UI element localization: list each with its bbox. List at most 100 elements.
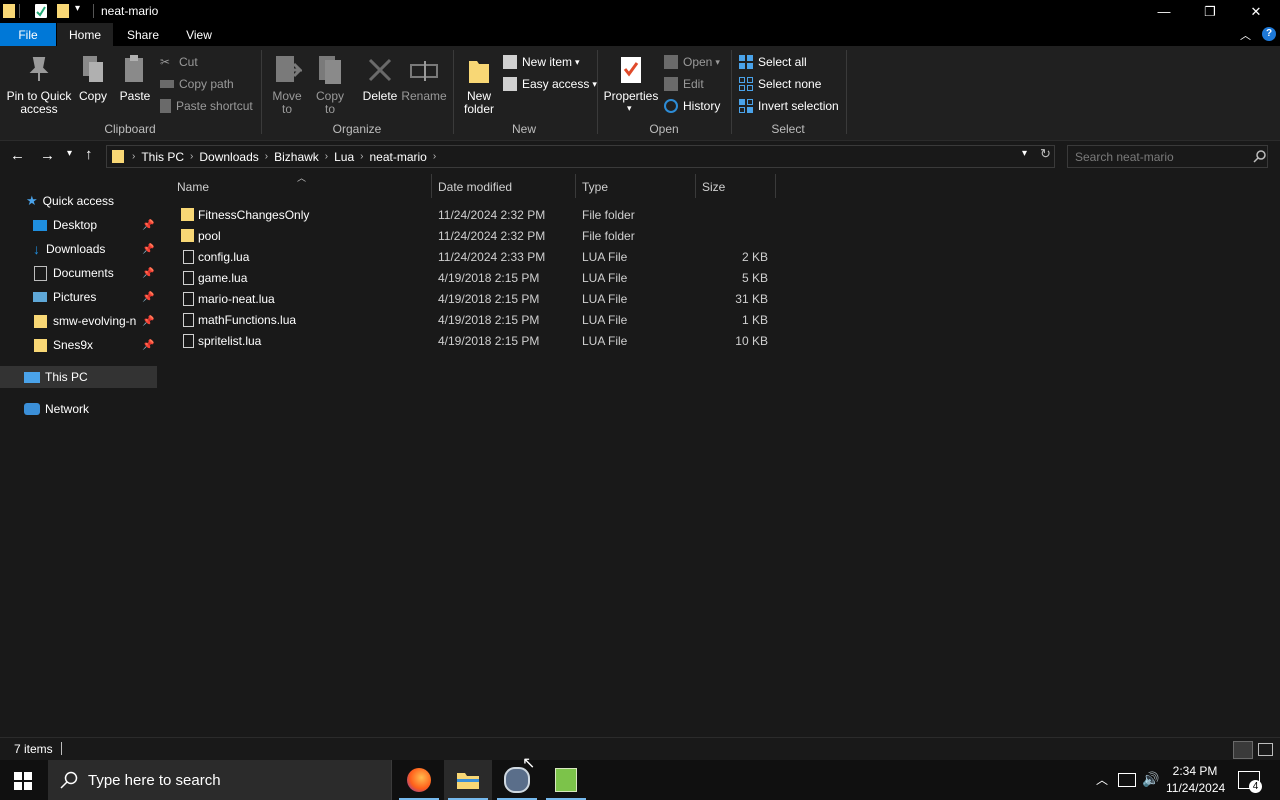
column-header-name[interactable]: Name	[177, 178, 209, 196]
file-row[interactable]: mathFunctions.lua 4/19/2018 2:15 PM LUA …	[170, 310, 776, 331]
customize-quick-access-icon[interactable]: ▾	[75, 3, 80, 14]
nav-item-pictures[interactable]: Pictures 📌	[0, 286, 157, 308]
tab-home[interactable]: Home	[57, 23, 113, 46]
move-to-button[interactable]: Move to	[268, 52, 306, 116]
recent-locations-chevron-icon[interactable]: ▾	[67, 148, 72, 159]
nav-item-snes9x[interactable]: Snes9x 📌	[0, 334, 157, 356]
details-view-icon[interactable]	[1233, 741, 1253, 759]
nav-item-network[interactable]: Network	[0, 398, 157, 420]
copy-button[interactable]: Copy	[76, 52, 110, 116]
computer-icon	[24, 371, 40, 383]
tab-view[interactable]: View	[175, 23, 223, 46]
nav-item-quick-access[interactable]: ★ Quick access	[0, 190, 157, 212]
search-icon[interactable]	[1253, 149, 1267, 164]
refresh-icon[interactable]: ↻	[1040, 146, 1051, 162]
column-divider[interactable]	[775, 174, 776, 198]
restore-button[interactable]: ❐	[1187, 0, 1233, 23]
close-button[interactable]: ✕	[1233, 0, 1279, 23]
file-explorer-taskbar-button[interactable]	[444, 760, 492, 800]
breadcrumb-lua[interactable]: Lua	[328, 150, 360, 164]
delete-button[interactable]: Delete	[360, 52, 400, 116]
pin-icon[interactable]: 📌	[142, 292, 154, 303]
easy-access-button[interactable]: Easy access ▾	[503, 75, 597, 93]
new-item-button[interactable]: New item ▾	[503, 53, 580, 71]
invert-selection-button[interactable]: Invert selection	[739, 97, 839, 115]
windows-start-icon[interactable]	[14, 772, 32, 790]
select-all-button[interactable]: Select all	[739, 53, 807, 71]
notepad-taskbar-button[interactable]	[542, 760, 590, 800]
file-type: File folder	[582, 208, 635, 222]
network-status-icon[interactable]	[1118, 773, 1136, 787]
copy-path-icon	[160, 80, 174, 88]
history-button[interactable]: History	[664, 97, 720, 115]
file-size: 10 KB	[735, 334, 768, 348]
volume-icon[interactable]: 🔊	[1142, 771, 1159, 788]
nav-item-this-pc[interactable]: This PC	[0, 366, 157, 388]
minimize-button[interactable]: —	[1141, 0, 1187, 23]
show-hidden-icons-chevron-icon[interactable]: ︿	[1096, 771, 1108, 788]
pin-to-quick-access-button[interactable]: Pin to Quick access	[6, 52, 72, 116]
file-row[interactable]: config.lua 11/24/2024 2:33 PM LUA File 2…	[170, 247, 776, 268]
paste-shortcut-button[interactable]: Paste shortcut	[160, 97, 253, 115]
copy-to-button[interactable]: Copy to	[311, 52, 349, 116]
breadcrumb-downloads[interactable]: Downloads	[193, 150, 264, 164]
pin-icon[interactable]: 📌	[142, 268, 154, 279]
taskbar-search-placeholder: Type here to search	[88, 771, 221, 789]
firefox-taskbar-button[interactable]	[395, 760, 443, 800]
column-header-size[interactable]: Size	[702, 178, 725, 196]
paste-button[interactable]: Paste	[117, 52, 153, 116]
pin-icon[interactable]: 📌	[142, 340, 154, 351]
large-icons-view-icon[interactable]	[1258, 743, 1273, 756]
tab-file[interactable]: File	[0, 23, 56, 46]
pin-icon[interactable]: 📌	[142, 316, 154, 327]
address-dropdown-chevron-icon[interactable]: ▾	[1022, 148, 1027, 159]
new-folder-button[interactable]: New folder	[460, 52, 498, 116]
search-box[interactable]	[1067, 145, 1268, 168]
title-bar	[0, 0, 1280, 23]
search-input[interactable]	[1068, 148, 1247, 165]
nav-item-desktop[interactable]: Desktop 📌	[0, 214, 157, 236]
properties-button[interactable]: Properties ▾	[603, 52, 659, 116]
clock[interactable]: 2:34 PM 11/24/2024	[1166, 764, 1226, 795]
breadcrumb-this-pc[interactable]: This PC	[135, 150, 190, 164]
column-divider[interactable]	[575, 174, 576, 198]
clock-date: 11/24/2024	[1166, 781, 1226, 795]
collapse-ribbon-icon[interactable]: ︿	[1240, 27, 1251, 43]
column-header-type[interactable]: Type	[582, 178, 608, 196]
nav-item-downloads[interactable]: ↓ Downloads 📌	[0, 238, 157, 260]
help-icon[interactable]: ?	[1262, 27, 1276, 41]
new-folder-quick-icon[interactable]	[57, 4, 69, 18]
column-divider[interactable]	[431, 174, 432, 198]
notification-badge: 4	[1249, 780, 1262, 793]
clock-time: 2:34 PM	[1172, 764, 1218, 778]
file-row[interactable]: pool 11/24/2024 2:32 PM File folder	[170, 226, 776, 247]
rename-button[interactable]: Rename	[401, 52, 447, 116]
taskbar-search-box[interactable]: Type here to search	[48, 760, 392, 800]
column-header-date-modified[interactable]: Date modified	[438, 178, 512, 196]
tab-share[interactable]: Share	[118, 23, 168, 46]
address-bar[interactable]: › This PC › Downloads › Bizhawk › Lua › …	[106, 145, 1055, 168]
breadcrumb-separator-icon[interactable]: ›	[433, 151, 436, 162]
file-row[interactable]: mario-neat.lua 4/19/2018 2:15 PM LUA Fil…	[170, 289, 776, 310]
back-arrow-icon[interactable]: ←	[10, 147, 25, 164]
pin-icon[interactable]: 📌	[142, 220, 154, 231]
up-arrow-icon[interactable]: ↑	[85, 146, 93, 163]
open-button[interactable]: Open ▾	[664, 53, 720, 71]
file-row[interactable]: FitnessChangesOnly 11/24/2024 2:32 PM Fi…	[170, 205, 776, 226]
file-row[interactable]: game.lua 4/19/2018 2:15 PM LUA File 5 KB	[170, 268, 776, 289]
clipboard-group-label: Clipboard	[104, 122, 156, 136]
properties-quick-icon[interactable]	[35, 4, 47, 18]
breadcrumb-neat-mario[interactable]: neat-mario	[364, 150, 433, 164]
nav-item-documents[interactable]: Documents 📌	[0, 262, 157, 284]
column-divider[interactable]	[695, 174, 696, 198]
new-item-label: New item	[522, 55, 573, 69]
nav-item-smw-evolving[interactable]: smw-evolving-n 📌	[0, 310, 157, 332]
forward-arrow-icon[interactable]: →	[40, 147, 55, 164]
select-none-button[interactable]: Select none	[739, 75, 821, 93]
cut-button[interactable]: ✂ Cut	[160, 53, 198, 71]
edit-button[interactable]: Edit	[664, 75, 704, 93]
pin-icon[interactable]: 📌	[142, 244, 154, 255]
breadcrumb-bizhawk[interactable]: Bizhawk	[268, 150, 325, 164]
file-row[interactable]: spritelist.lua 4/19/2018 2:15 PM LUA Fil…	[170, 331, 776, 352]
copy-path-button[interactable]: Copy path	[160, 75, 234, 93]
